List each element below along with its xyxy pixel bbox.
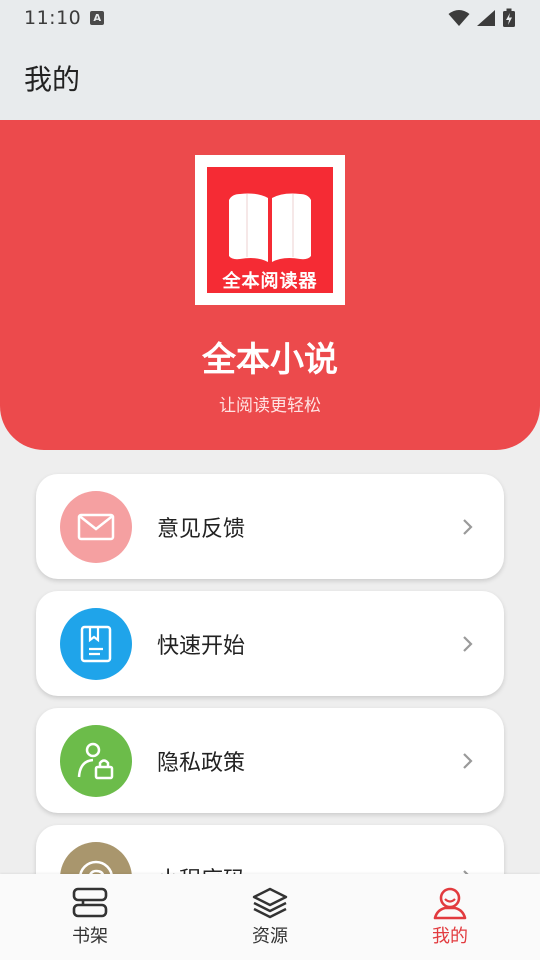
menu-item-label: 隐私政策 [157, 750, 246, 776]
signal-icon [477, 10, 495, 26]
page-title: 我的 [24, 63, 81, 96]
nav-mine[interactable]: 我的 [360, 874, 540, 960]
privacy-icon-badge [60, 724, 132, 797]
nav-label: 我的 [432, 926, 468, 947]
profile-header: 全本阅读器 全本小说 让阅读更轻松 [0, 120, 540, 450]
nav-label: 书架 [72, 926, 108, 947]
battery-charging-icon [503, 8, 515, 27]
feedback-icon-badge [60, 490, 132, 563]
logo-caption: 全本阅读器 [222, 271, 318, 292]
chevron-right-icon [463, 518, 473, 535]
bookmark-book-icon [80, 625, 112, 662]
nav-label: 资源 [252, 926, 288, 947]
bookshelf-icon [72, 887, 108, 918]
menu-item-label: 快速开始 [157, 633, 246, 659]
chevron-right-icon [463, 752, 473, 769]
app-bar: 我的 [0, 36, 540, 120]
status-time: 11:10 [24, 7, 82, 29]
wifi-icon [448, 10, 470, 26]
status-bar: 11:10 A [0, 0, 540, 36]
user-lock-icon [77, 742, 114, 779]
menu-item-quick-start[interactable]: 快速开始 [36, 591, 504, 696]
app-logo: 全本阅读器 [195, 155, 345, 305]
menu-item-feedback[interactable]: 意见反馈 [36, 474, 504, 579]
notification-badge: A [90, 11, 105, 25]
profile-icon [433, 887, 467, 920]
menu-item-privacy-policy[interactable]: 隐私政策 [36, 708, 504, 813]
app-name: 全本小说 [202, 340, 338, 380]
chevron-right-icon [463, 635, 473, 652]
bottom-nav: 书架 资源 我的 [0, 874, 540, 960]
status-icons [448, 8, 516, 28]
menu-item-label: 意见反馈 [157, 516, 246, 542]
app-logo-inner: 全本阅读器 [207, 167, 333, 293]
nav-resources[interactable]: 资源 [180, 874, 360, 960]
app-slogan: 让阅读更轻松 [219, 396, 321, 416]
nav-bookshelf[interactable]: 书架 [0, 874, 180, 960]
open-book-icon [229, 193, 311, 262]
quick-start-icon-badge [60, 607, 132, 680]
mail-icon [77, 513, 115, 540]
layers-icon [252, 887, 288, 919]
